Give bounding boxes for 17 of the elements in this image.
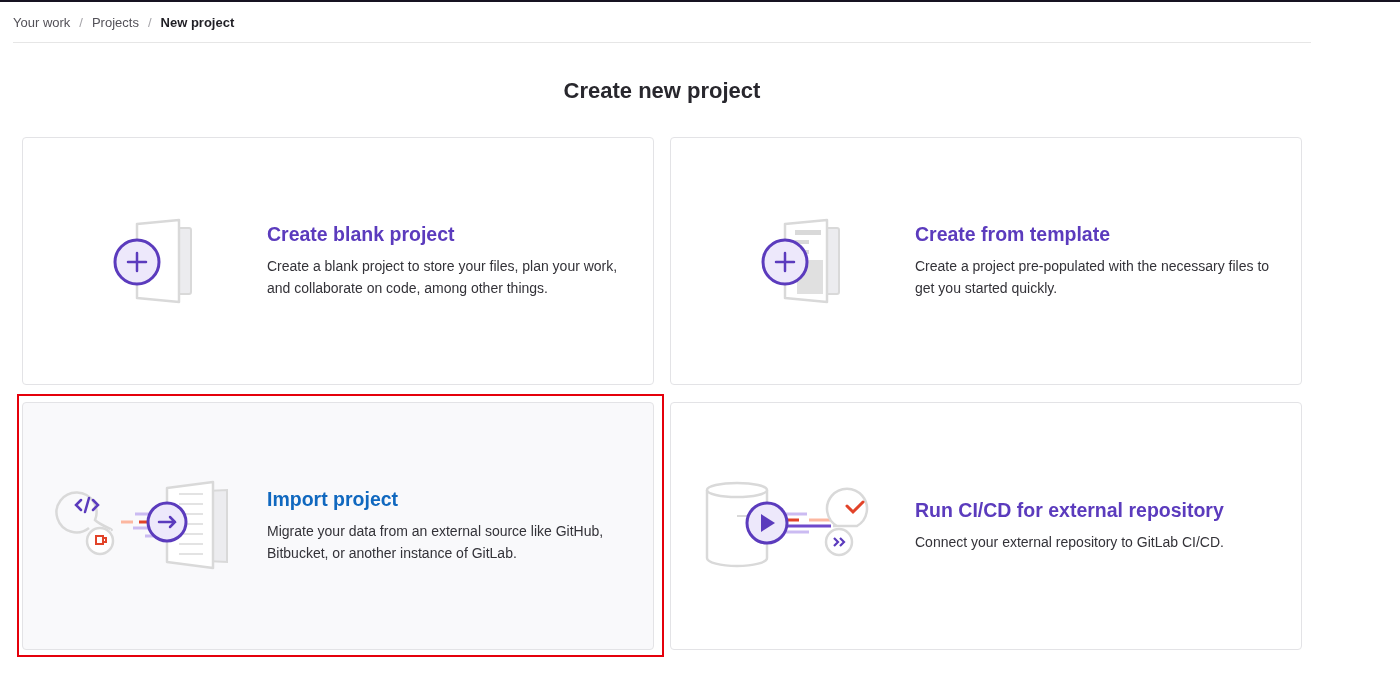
breadcrumb-link[interactable]: Projects [91,14,139,30]
option-title: Create blank project [267,223,456,246]
breadcrumb-separator: / [79,14,83,30]
breadcrumb-link[interactable]: Your work [13,14,71,30]
option-title: Import project [267,488,400,511]
breadcrumb-separator: / [147,14,152,30]
option-description: Create a blank project to store your files, plan your work, and collaborate on code, among other things. [267,257,619,298]
breadcrumb-link[interactable]: New project [160,14,235,30]
option-description: Migrate your data from an external source like GitHub, Bitbucket, or another instance of GitLab. [267,522,605,563]
option-description: Create a project pre-populated with the necessary files to get you started quickly. [915,257,1271,298]
option-title: Create from template [915,223,1112,246]
project-option-card[interactable]: Run CI/CD for external repository Connect your external repository to GitLab CI/CD. [670,402,1302,650]
page-title: Create new project [562,78,762,104]
project-option-card[interactable]: Create blank project Create a blank project to store your files, plan your work, and collaborate on code, among other things. [22,137,654,385]
project-option-card[interactable]: Create from template Create a project pre-populated with the necessary files to get you started quickly. [670,137,1302,385]
option-title: Run CI/CD for external repository [915,499,1224,522]
option-description: Connect your external repository to GitLab CI/CD. [915,533,1224,552]
